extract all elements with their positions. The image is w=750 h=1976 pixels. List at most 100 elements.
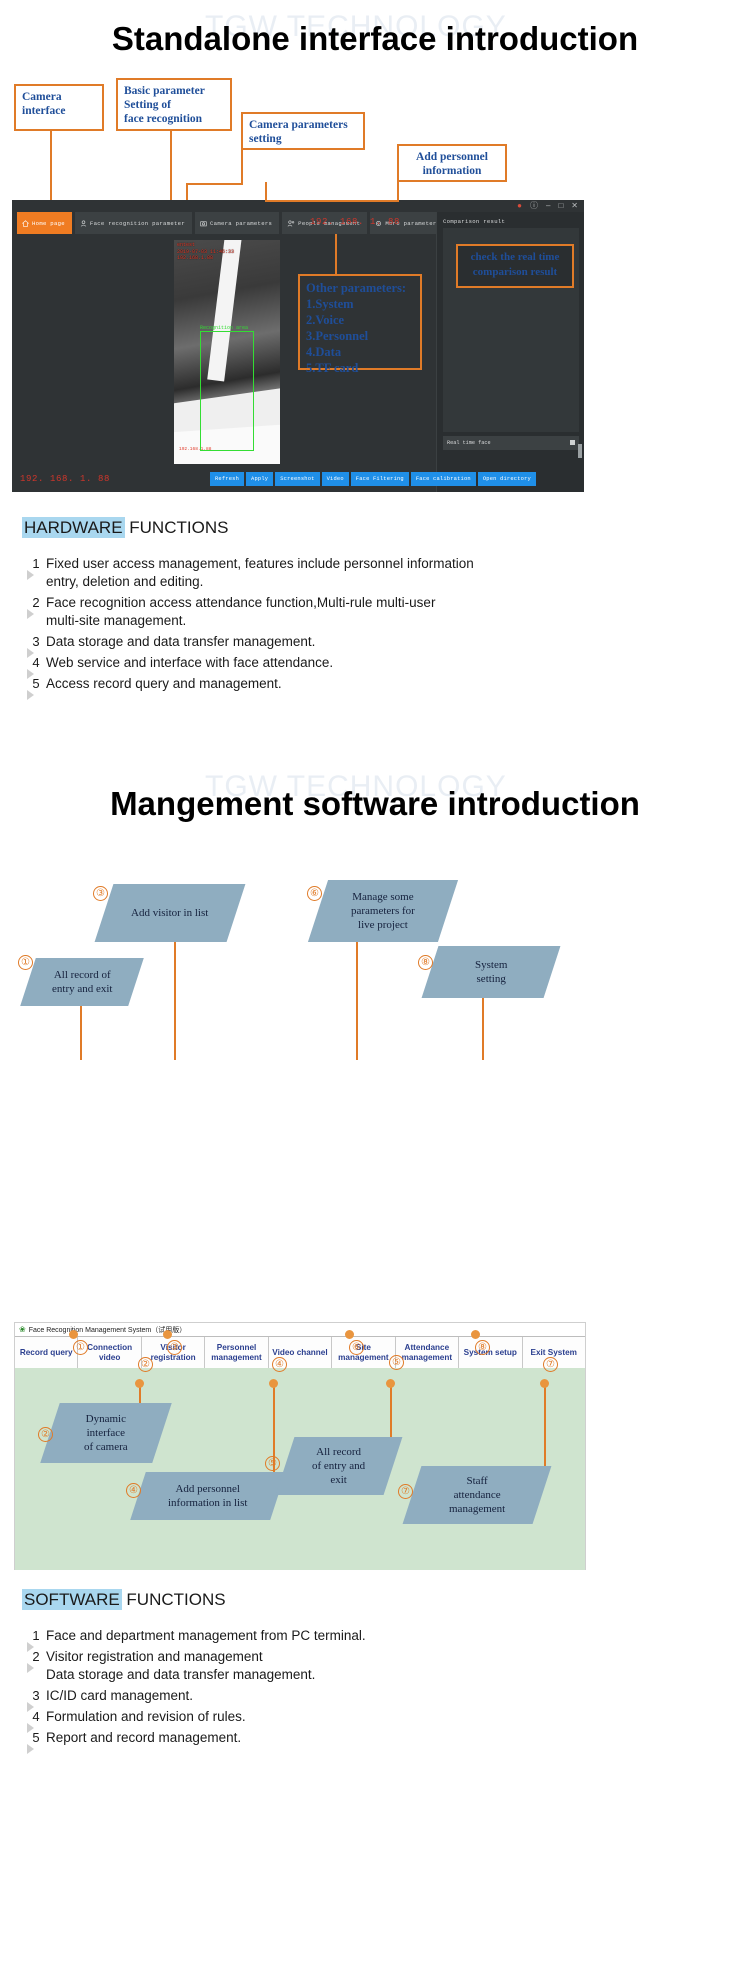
callout-add-personnel: Add personnel information — [397, 144, 507, 182]
annotation-number-1: ① — [18, 955, 33, 970]
face-calibration-button[interactable]: Face calibration — [410, 472, 476, 486]
connector-8 — [482, 998, 484, 1060]
tab-camera-parameters-label: Camera parameters — [210, 219, 273, 227]
screenshot-button[interactable]: Screenshot — [275, 472, 320, 486]
page-root: TGW TECHNOLOGY TGW TECHNOLOGY Standalone… — [0, 0, 750, 1976]
dot-5 — [386, 1379, 395, 1388]
list-item: 4 Web service and interface with face at… — [26, 654, 646, 679]
callout-other-parameters: Other parameters: 1.System 2.Voice 3.Per… — [298, 274, 422, 375]
software-heading-highlight: SOFTWARE — [22, 1589, 122, 1610]
callout-comparison-result-label: check the real time comparison result — [470, 251, 560, 278]
callout-other-parameters-label: Other parameters: 1.System 2.Voice 3.Per… — [306, 281, 407, 375]
open-directory-button[interactable]: Open directory — [477, 472, 536, 486]
tab-home-page[interactable]: Home page — [17, 212, 72, 234]
camera-icon — [200, 220, 207, 227]
home-icon — [22, 219, 29, 227]
device-action-bar: Refresh Apply Screenshot Video Face Filt… — [210, 472, 536, 486]
device-ip-bottom: 192. 168. 1. 88 — [20, 474, 111, 484]
annotation-shape-1: All record of entry and exit — [20, 958, 144, 1006]
list-item-number: 1 — [26, 1627, 46, 1652]
leader-basic-parameter — [170, 131, 172, 200]
people-icon — [287, 220, 295, 227]
list-item-text: Access record query and management. — [46, 676, 282, 691]
callout-camera-interface: Camera interface — [14, 84, 104, 131]
refresh-button[interactable]: Refresh — [210, 472, 245, 486]
annotation-label-8: System setting — [474, 959, 508, 985]
software-heading-rest: FUNCTIONS — [121, 1590, 226, 1609]
list-item-number: 2 — [26, 1648, 46, 1673]
tab-camera-parameters[interactable]: Camera parameters — [195, 212, 280, 234]
menu-personnel-management[interactable]: Personnel management — [205, 1337, 269, 1368]
callout-comparison-result: check the real time comparison result — [456, 244, 574, 288]
annotation-shape-2: Dynamic interface of camera — [40, 1403, 172, 1463]
real-time-face-label: Real time face — [447, 440, 491, 446]
connector-5 — [390, 1383, 392, 1445]
hardware-heading-highlight: HARDWARE — [22, 517, 125, 538]
hardware-heading-rest: FUNCTIONS — [124, 518, 229, 537]
menu-site-management[interactable]: Site management — [332, 1337, 396, 1368]
annotation-label-4: Add personnel information in list — [168, 1483, 248, 1509]
maximize-icon[interactable]: □ — [558, 202, 563, 210]
list-item-text: Formulation and revision of rules. — [46, 1709, 246, 1724]
leader-camera-interface — [50, 131, 52, 200]
annotation-number-4-marker: ④ — [272, 1357, 287, 1372]
leader-add-personnel-v1 — [265, 182, 267, 202]
minimize-icon[interactable]: – — [546, 202, 550, 210]
apply-button[interactable]: Apply — [246, 472, 274, 486]
menu-record-query[interactable]: Record query — [15, 1337, 79, 1368]
app-titlebar: ❀ Face Recognition Management System（试用版… — [15, 1323, 585, 1336]
leader-camera-parameters-v2 — [241, 150, 243, 183]
video-preview[interactable]: entest 2019-07-03 11:46:33 192.168.1.88 … — [174, 240, 280, 464]
list-item-text: Face recognition access attendance funct… — [46, 595, 436, 628]
menu-attendance-management[interactable]: Attendance management — [395, 1337, 460, 1368]
tab-face-recognition-parameter[interactable]: Face recognition parameter — [74, 212, 192, 234]
dot-7 — [540, 1379, 549, 1388]
annotation-label-1: All record of entry and exit — [51, 969, 113, 995]
menu-system-setup[interactable]: System setup — [459, 1337, 523, 1368]
device-ip-top: 192. 168. 1. 88 — [310, 217, 401, 227]
annotation-shape-8: System setting — [421, 946, 561, 998]
annotation-shape-7: Staff attendance management — [402, 1466, 552, 1524]
annotation-number-1-marker: ① — [73, 1340, 88, 1355]
annotation-shape-4: Add personnel information in list — [130, 1472, 286, 1520]
list-item-number: 2 — [26, 594, 46, 619]
annotation-number-5-marker: ⑤ — [389, 1355, 404, 1370]
callout-basic-parameter-label: Basic parameter Setting of face recognit… — [124, 85, 205, 125]
panel-scrollbar[interactable] — [578, 444, 582, 458]
tab-face-recognition-parameter-label: Face recognition parameter — [89, 219, 185, 227]
list-item-number: 5 — [26, 1729, 46, 1754]
annotation-number-5: ⑤ — [265, 1456, 280, 1471]
annotation-number-7: ⑦ — [398, 1484, 413, 1499]
annotation-number-3-marker: ③ — [167, 1340, 182, 1355]
video-button[interactable]: Video — [321, 472, 349, 486]
annotation-number-2: ② — [38, 1427, 53, 1442]
list-item: 2 Visitor registration and management Da… — [26, 1648, 646, 1684]
face-icon — [80, 220, 87, 227]
hardware-functions-heading: HARDWARE FUNCTIONS — [22, 517, 229, 538]
callout-camera-parameters-label: Camera parameters setting — [249, 119, 348, 145]
recognition-area-box — [200, 331, 254, 451]
list-item-text: Data storage and data transfer managemen… — [46, 634, 316, 649]
callout-camera-parameters: Camera parameters setting — [241, 112, 365, 150]
close-icon[interactable]: ✕ — [571, 202, 578, 210]
video-ip-overlay: 192.168.1.88 — [179, 447, 212, 452]
connector-7 — [544, 1383, 546, 1479]
video-osd-text: entest 2019-07-03 11:46:33 192.168.1.88 — [177, 242, 235, 261]
face-filtering-button[interactable]: Face Filtering — [350, 472, 409, 486]
list-item: 1 Fixed user access management, features… — [26, 555, 646, 591]
hardware-functions-list: 1 Fixed user access management, features… — [26, 555, 646, 700]
list-item-text: Web service and interface with face atte… — [46, 655, 334, 670]
leader-camera-parameters-h — [186, 183, 243, 185]
list-item: 2 Face recognition access attendance fun… — [26, 594, 646, 630]
device-titlebar: ● ⓘ – □ ✕ — [454, 200, 584, 212]
software-functions-heading: SOFTWARE FUNCTIONS — [22, 1589, 226, 1610]
list-item-number: 5 — [26, 675, 46, 700]
info-icon[interactable]: ⓘ — [530, 202, 538, 210]
software-functions-list: 1 Face and department management from PC… — [26, 1627, 646, 1754]
list-item: 5 Report and record management. — [26, 1729, 646, 1754]
annotation-number-7-marker: ⑦ — [543, 1357, 558, 1372]
menu-connection-video[interactable]: Connection video — [78, 1337, 142, 1368]
dot-4 — [269, 1379, 278, 1388]
list-item-text: Visitor registration and management Data… — [46, 1649, 316, 1682]
list-item-text: Report and record management. — [46, 1730, 242, 1745]
